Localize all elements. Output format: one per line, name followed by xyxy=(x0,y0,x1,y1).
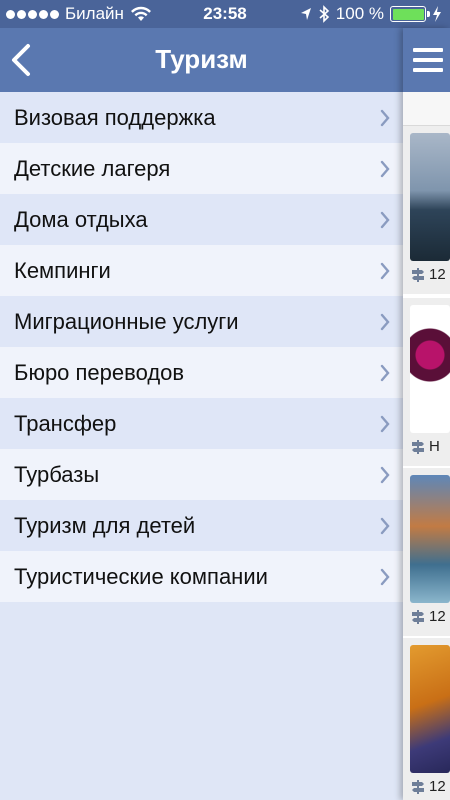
menu-item-label: Бюро переводов xyxy=(14,359,185,385)
listing-caption-text: 12 xyxy=(429,778,446,795)
battery-percent: 100 % xyxy=(335,4,384,23)
menu-item[interactable]: Дома отдыха xyxy=(0,194,403,245)
menu-item[interactable]: Туристические компании xyxy=(0,551,403,602)
menu-item-label: Миграционные услуги xyxy=(14,308,239,334)
listing-caption-text: Н xyxy=(429,438,440,455)
menu-item-label: Трансфер xyxy=(14,410,117,436)
menu-item-label: Дома отдыха xyxy=(14,206,148,232)
menu-item-label: Туристические компании xyxy=(14,563,268,589)
menu-item-label: Туризм для детей xyxy=(14,512,196,538)
battery-icon xyxy=(390,6,430,22)
menu-item[interactable]: Визовая поддержка xyxy=(0,92,403,143)
listing-thumbnail xyxy=(410,645,450,773)
menu-item-label: Визовая поддержка xyxy=(14,104,216,130)
drawer-navbar: Туризм xyxy=(0,28,403,92)
listing-card[interactable]: 12 xyxy=(403,638,450,800)
listing-caption: 12 xyxy=(411,608,446,625)
signpost-icon xyxy=(412,439,424,454)
hamburger-menu-icon[interactable] xyxy=(413,48,443,72)
listing-thumbnail xyxy=(410,305,450,433)
menu-item[interactable]: Детские лагеря xyxy=(0,143,403,194)
menu-item[interactable]: Кемпинги xyxy=(0,245,403,296)
menu-item-label: Турбазы xyxy=(14,461,100,487)
chevron-right-icon xyxy=(380,109,390,127)
listing-caption: 12 xyxy=(411,266,446,283)
menu-item[interactable]: Турбазы xyxy=(0,449,403,500)
signpost-icon xyxy=(412,267,424,282)
listing-caption-text: 12 xyxy=(429,266,446,283)
bluetooth-icon xyxy=(319,5,329,23)
main-subheader xyxy=(403,92,450,126)
menu-item-label: Детские лагеря xyxy=(14,155,171,181)
listing-caption-text: 12 xyxy=(429,608,446,625)
chevron-right-icon xyxy=(380,415,390,433)
listing-card[interactable]: Н xyxy=(403,298,450,466)
status-right: 100 % xyxy=(300,4,442,24)
signpost-icon xyxy=(412,779,424,794)
listing-thumbnail xyxy=(410,475,450,603)
chevron-right-icon xyxy=(380,262,390,280)
chevron-right-icon xyxy=(380,466,390,484)
status-bar: Билайн 23:58 100 % xyxy=(0,0,450,28)
chevron-right-icon xyxy=(380,517,390,535)
battery-fill xyxy=(392,8,424,20)
list-empty-area xyxy=(0,602,403,800)
category-list: Визовая поддержка Детские лагеря Дома отды… xyxy=(0,92,403,602)
chevron-right-icon xyxy=(380,313,390,331)
listing-card[interactable]: 12 xyxy=(403,468,450,636)
chevron-right-icon xyxy=(380,568,390,586)
menu-item-label: Кемпинги xyxy=(14,257,111,283)
chevron-right-icon xyxy=(380,211,390,229)
charging-icon xyxy=(433,6,441,22)
listing-card[interactable]: 12 xyxy=(403,126,450,294)
main-navbar xyxy=(403,28,450,92)
chevron-right-icon xyxy=(380,364,390,382)
main-content-panel[interactable]: 12 Н 12 12 xyxy=(403,28,450,800)
listing-thumbnail xyxy=(410,133,450,261)
listing-caption: 12 xyxy=(411,778,446,795)
listing-caption: Н xyxy=(411,438,440,455)
menu-item[interactable]: Туризм для детей xyxy=(0,500,403,551)
menu-item[interactable]: Трансфер xyxy=(0,398,403,449)
page-title: Туризм xyxy=(155,44,248,74)
menu-item[interactable]: Бюро переводов xyxy=(0,347,403,398)
signpost-icon xyxy=(412,609,424,624)
menu-item[interactable]: Миграционные услуги xyxy=(0,296,403,347)
location-arrow-icon xyxy=(300,8,311,20)
chevron-right-icon xyxy=(380,160,390,178)
